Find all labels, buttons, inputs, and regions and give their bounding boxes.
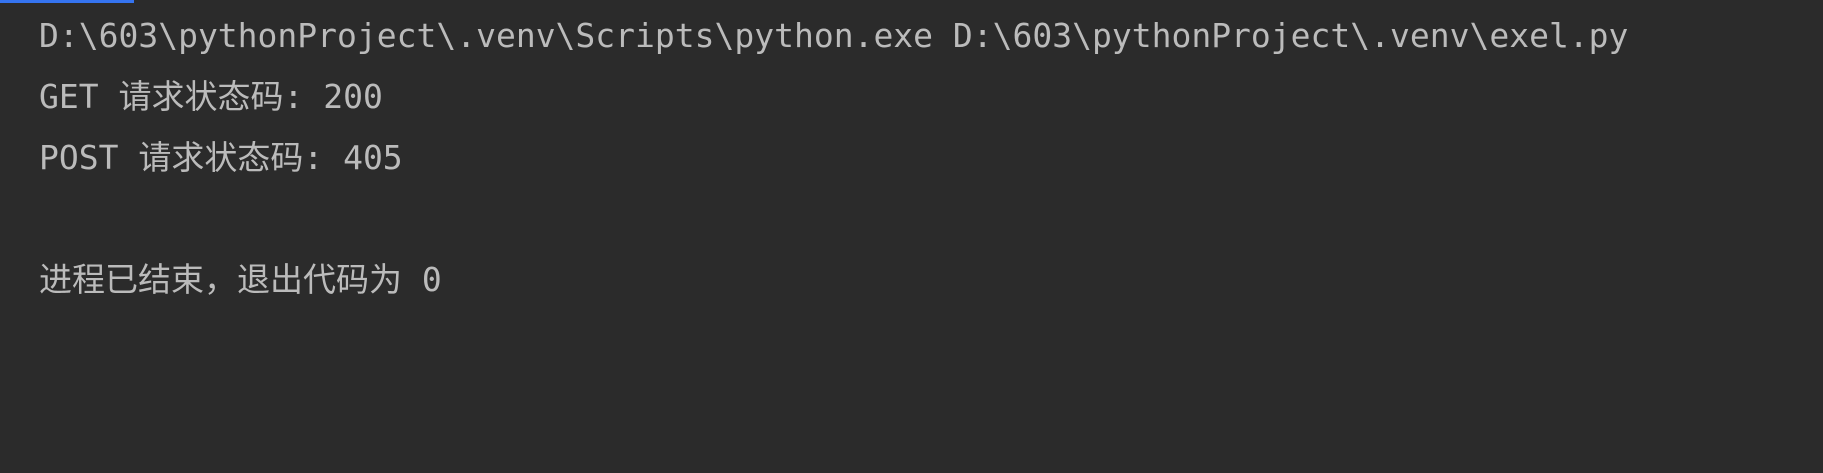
console-line-post-status: POST 请求状态码: 405: [39, 138, 403, 177]
console-line-command: D:\603\pythonProject\.venv\Scripts\pytho…: [39, 16, 1629, 55]
console-line-exit-message: 进程已结束，退出代码为 0: [39, 260, 442, 299]
console-line-get-status: GET 请求状态码: 200: [39, 77, 383, 116]
active-tab-indicator: [0, 0, 134, 3]
run-console-output[interactable]: D:\603\pythonProject\.venv\Scripts\pytho…: [39, 10, 1813, 315]
